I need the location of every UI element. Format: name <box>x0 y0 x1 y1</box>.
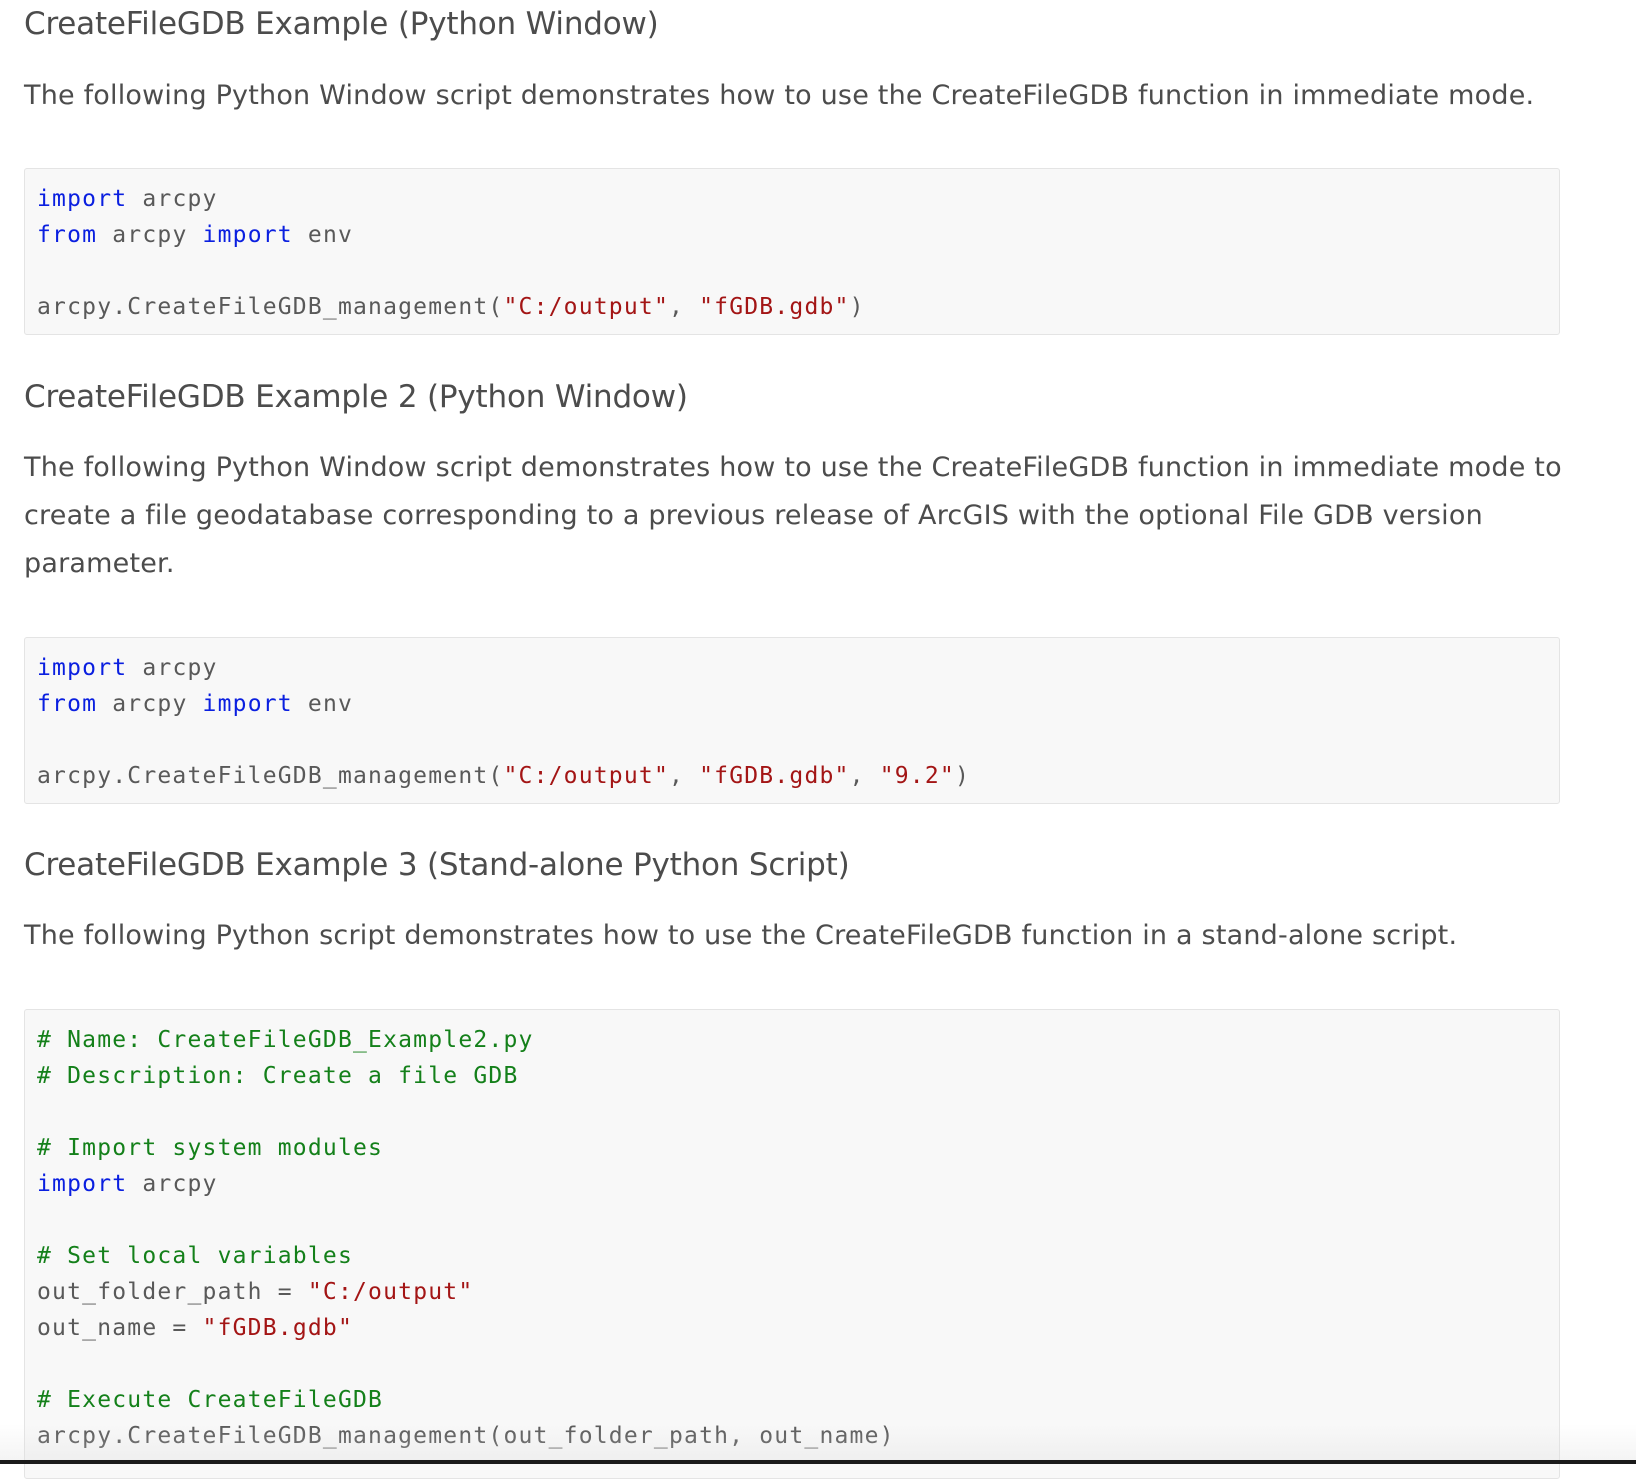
code-block-example-3[interactable]: # Name: CreateFileGDB_Example2.py # Descr… <box>24 1009 1560 1479</box>
section-description-example-1: The following Python Window script demon… <box>24 80 1535 111</box>
code-line: import arcpy <box>37 650 1559 686</box>
code-keyword: import <box>37 655 128 681</box>
code-string: "fGDB.gdb" <box>202 1315 354 1341</box>
code-text: arcpy.CreateFileGDB_management( <box>37 763 504 789</box>
code-text: ) <box>849 294 865 320</box>
code-line: arcpy.CreateFileGDB_management("C:/outpu… <box>37 289 1559 325</box>
code-text: arcpy <box>127 186 218 212</box>
code-line: out_folder_path = "C:/output" <box>37 1274 1559 1310</box>
code-line: # Set local variables <box>37 1238 1559 1274</box>
code-string: "C:/output" <box>307 1279 474 1305</box>
section-description-example-3: The following Python script demonstrates… <box>24 920 1458 951</box>
code-string: "9.2" <box>879 763 955 789</box>
code-keyword: from <box>37 222 98 248</box>
code-line: # Name: CreateFileGDB_Example2.py <box>37 1022 1559 1058</box>
section-description-example-2: The following Python Window script demon… <box>24 452 1562 579</box>
code-comment: # Set local variables <box>37 1243 353 1269</box>
code-block-example-2[interactable]: import arcpy from arcpy import env arcpy.… <box>24 637 1560 804</box>
code-text: env <box>292 691 354 717</box>
section-title-example-3: CreateFileGDB Example 3 (Stand-alone Pyt… <box>24 847 850 883</box>
code-keyword: import <box>202 691 293 717</box>
bottom-divider <box>0 1460 1636 1464</box>
code-text: arcpy <box>97 691 203 717</box>
code-line: arcpy.CreateFileGDB_management("C:/outpu… <box>37 758 1559 794</box>
code-comment: # Description: Create a file GDB <box>37 1063 519 1089</box>
section-title-example-1: CreateFileGDB Example (Python Window) <box>24 6 659 42</box>
code-text: out_name = <box>37 1315 203 1341</box>
code-string: "C:/output" <box>503 763 669 789</box>
code-comment: # Execute CreateFileGDB <box>37 1387 384 1413</box>
code-text: ) <box>954 763 971 789</box>
code-line: # Import system modules <box>37 1130 1559 1166</box>
code-line: # Execute CreateFileGDB <box>37 1382 1559 1418</box>
code-text: env <box>292 222 354 248</box>
code-text: arcpy <box>127 655 218 681</box>
code-string: "C:/output" <box>503 294 669 320</box>
code-string: "fGDB.gdb" <box>699 294 850 320</box>
code-line: import arcpy <box>37 1166 1559 1202</box>
code-text: arcpy <box>127 1171 218 1197</box>
code-line: import arcpy <box>37 181 1559 217</box>
code-keyword: from <box>37 691 98 717</box>
code-keyword: import <box>37 186 128 212</box>
code-comment: # Name: CreateFileGDB_Example2.py <box>37 1027 534 1053</box>
code-block-example-1[interactable]: import arcpy from arcpy import env arcpy.… <box>24 168 1560 335</box>
code-line: out_name = "fGDB.gdb" <box>37 1310 1559 1346</box>
code-keyword: import <box>37 1171 128 1197</box>
code-line: # Description: Create a file GDB <box>37 1058 1559 1094</box>
code-text: arcpy.CreateFileGDB_management( <box>37 294 504 320</box>
code-text: out_folder_path = <box>37 1279 308 1305</box>
code-text: arcpy.CreateFileGDB_management(out_folde… <box>37 1423 895 1449</box>
code-text: arcpy <box>97 222 203 248</box>
code-text: , <box>849 763 880 789</box>
code-comment: # Import system modules <box>37 1135 384 1161</box>
section-title-example-2: CreateFileGDB Example 2 (Python Window) <box>24 379 688 415</box>
code-line: from arcpy import env <box>37 217 1559 253</box>
code-string: "fGDB.gdb" <box>699 763 850 789</box>
code-text: , <box>669 763 700 789</box>
code-line: from arcpy import env <box>37 686 1559 722</box>
code-keyword: import <box>202 222 293 248</box>
code-text: , <box>669 294 700 320</box>
code-line: arcpy.CreateFileGDB_management(out_folde… <box>37 1418 1559 1454</box>
